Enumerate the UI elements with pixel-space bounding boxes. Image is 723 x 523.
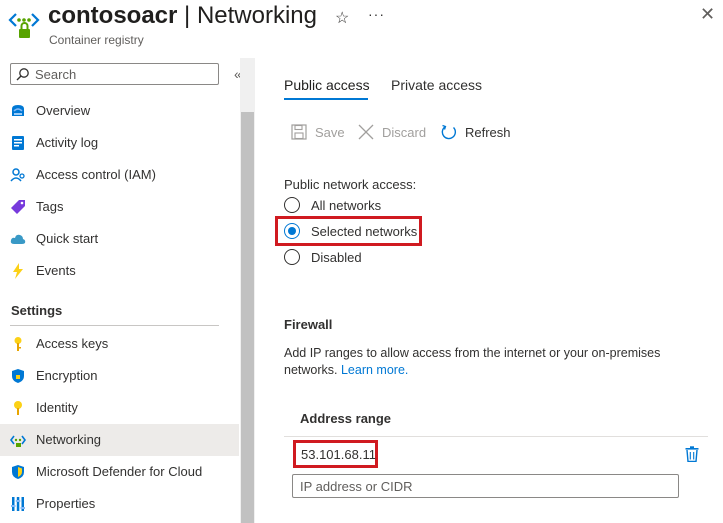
radio-all-networks[interactable]: All networks xyxy=(284,197,394,215)
settings-divider xyxy=(10,325,219,326)
save-label: Save xyxy=(315,125,345,140)
radio-label: Disabled xyxy=(311,250,362,265)
page-title: contosoacr | Networking xyxy=(48,2,317,30)
key-icon xyxy=(10,336,26,352)
iam-icon xyxy=(10,167,26,183)
sidebar-item-label: Tags xyxy=(36,199,64,214)
sidebar-item-label: Access keys xyxy=(36,336,109,351)
sidebar-item-label: Networking xyxy=(36,432,102,447)
sidebar-item-label: Quick start xyxy=(36,231,99,246)
sidebar-item-defender[interactable]: Microsoft Defender for Cloud xyxy=(0,456,239,488)
firewall-section-title: Firewall xyxy=(284,317,333,332)
learn-more-link[interactable]: Learn more. xyxy=(341,363,408,377)
refresh-label: Refresh xyxy=(465,125,511,140)
registry-icon xyxy=(8,8,42,42)
close-icon[interactable]: ✕ xyxy=(700,4,715,25)
address-range-header: Address range xyxy=(300,411,392,426)
firewall-description: Add IP ranges to allow access from the i… xyxy=(284,345,704,379)
search-icon xyxy=(16,67,30,84)
sidebar-item-label: Events xyxy=(36,263,76,278)
refresh-button[interactable]: Refresh xyxy=(441,123,513,143)
radio-disabled[interactable]: Disabled xyxy=(284,249,369,267)
sidebar-item-events[interactable]: Events xyxy=(0,255,239,287)
address-range-value: 53.101.68.11 xyxy=(301,447,376,462)
tab-public-access[interactable]: Public access xyxy=(284,77,370,93)
table-row: 53.101.68.11 xyxy=(293,440,378,468)
networking-icon xyxy=(10,432,26,448)
title-separator: | xyxy=(177,2,197,29)
sidebar-item-access-keys[interactable]: Access keys xyxy=(0,328,239,360)
sidebar-item-properties[interactable]: Properties xyxy=(0,488,239,520)
sidebar-item-label: Microsoft Defender for Cloud xyxy=(36,464,203,479)
shield-lock-icon xyxy=(10,368,26,384)
tag-icon xyxy=(10,199,26,215)
properties-icon xyxy=(10,496,26,512)
sidebar-item-label: Overview xyxy=(36,103,91,118)
ip-address-input[interactable] xyxy=(292,474,679,498)
overview-icon xyxy=(10,103,26,119)
save-button[interactable]: Save xyxy=(291,123,351,143)
discard-icon xyxy=(358,124,374,143)
lightning-icon xyxy=(10,263,26,279)
discard-label: Discard xyxy=(382,125,427,140)
resource-name: contosoacr xyxy=(48,2,178,29)
discard-button[interactable]: Discard xyxy=(358,123,432,143)
sidebar-item-label: Identity xyxy=(36,400,78,415)
sidebar-item-identity[interactable]: Identity xyxy=(0,392,239,424)
active-tab-indicator xyxy=(284,98,368,100)
sidebar-item-quick-start[interactable]: Quick start xyxy=(0,223,239,255)
search-box[interactable] xyxy=(10,63,219,85)
sidebar-item-overview[interactable]: Overview xyxy=(0,95,239,127)
sidebar-item-encryption[interactable]: Encryption xyxy=(0,360,239,392)
radio-button[interactable] xyxy=(284,249,300,265)
sidebar-item-activity-log[interactable]: Activity log xyxy=(0,127,239,159)
cloud-icon xyxy=(10,231,26,247)
more-icon[interactable]: ··· xyxy=(368,6,385,22)
identity-icon xyxy=(10,400,26,416)
sidebar-item-label: Access control (IAM) xyxy=(36,167,156,182)
sidebar-scrollbar-thumb[interactable] xyxy=(241,112,254,523)
delete-icon[interactable] xyxy=(685,446,699,465)
radio-label: All networks xyxy=(311,198,382,213)
settings-section-header: Settings xyxy=(11,303,63,318)
activity-log-icon xyxy=(10,135,26,151)
public-network-access-label: Public network access: xyxy=(284,177,417,192)
defender-icon xyxy=(10,464,26,480)
save-icon xyxy=(291,124,307,143)
sidebar-item-label: Activity log xyxy=(36,135,99,150)
highlight-box-selected-networks xyxy=(275,216,422,246)
sidebar-item-access-control[interactable]: Access control (IAM) xyxy=(0,159,239,191)
refresh-icon xyxy=(441,124,457,143)
table-divider xyxy=(284,436,708,437)
radio-button[interactable] xyxy=(284,197,300,213)
sidebar-item-label: Properties xyxy=(36,496,96,511)
search-input[interactable] xyxy=(35,66,215,82)
sidebar-item-tags[interactable]: Tags xyxy=(0,191,239,223)
star-icon[interactable]: ☆ xyxy=(335,8,349,28)
tab-private-access[interactable]: Private access xyxy=(391,77,482,93)
sidebar-item-networking[interactable]: Networking xyxy=(0,424,239,456)
page-subtitle: Container registry xyxy=(49,33,144,47)
sidebar-item-label: Encryption xyxy=(36,368,98,383)
page-name: Networking xyxy=(196,2,317,29)
